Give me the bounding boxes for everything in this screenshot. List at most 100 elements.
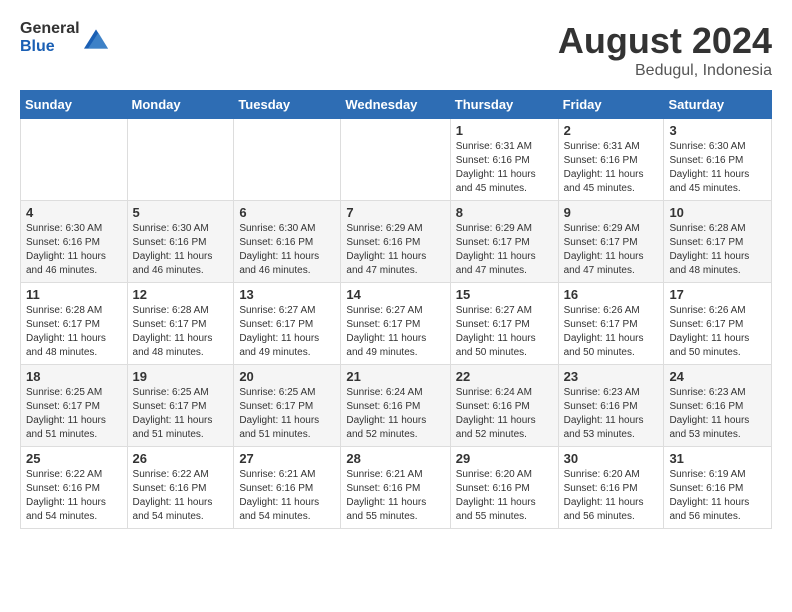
day-info: Sunrise: 6:30 AM Sunset: 6:16 PM Dayligh… <box>26 222 122 278</box>
table-row: 18 Sunrise: 6:25 AM Sunset: 6:17 PM Dayli… <box>21 365 128 447</box>
calendar-table: Sunday Monday Tuesday Wednesday Thursday… <box>20 90 772 529</box>
calendar-week-row: 1 Sunrise: 6:31 AM Sunset: 6:16 PM Daylig… <box>21 119 772 201</box>
day-number: 27 <box>239 451 335 466</box>
day-info: Sunrise: 6:20 AM Sunset: 6:16 PM Dayligh… <box>456 468 553 524</box>
day-number: 16 <box>564 287 659 302</box>
day-number: 23 <box>564 369 659 384</box>
day-number: 5 <box>133 205 229 220</box>
table-row: 17 Sunrise: 6:26 AM Sunset: 6:17 PM Dayli… <box>664 283 772 365</box>
table-row: 15Sunrise: 6:27 AM Sunset: 6:17 PM Dayli… <box>450 283 558 365</box>
table-row: 31Sunrise: 6:19 AM Sunset: 6:16 PM Dayli… <box>664 447 772 529</box>
table-row: 1Sunrise: 6:31 AM Sunset: 6:16 PM Daylig… <box>450 119 558 201</box>
table-row: 19 Sunrise: 6:25 AM Sunset: 6:17 PM Dayli… <box>127 365 234 447</box>
col-saturday: Saturday <box>664 91 772 119</box>
table-row: 13 Sunrise: 6:27 AM Sunset: 6:17 PM Dayli… <box>234 283 341 365</box>
col-thursday: Thursday <box>450 91 558 119</box>
day-info: Sunrise: 6:27 AM Sunset: 6:17 PM Dayligh… <box>239 304 335 360</box>
day-number: 21 <box>346 369 444 384</box>
day-info: Sunrise: 6:28 AM Sunset: 6:17 PM Dayligh… <box>26 304 122 360</box>
day-number: 12 <box>133 287 229 302</box>
day-number: 13 <box>239 287 335 302</box>
day-number: 11 <box>26 287 122 302</box>
table-row: 8 Sunrise: 6:29 AM Sunset: 6:17 PM Daylig… <box>450 201 558 283</box>
day-info: Sunrise: 6:28 AM Sunset: 6:17 PM Dayligh… <box>133 304 229 360</box>
table-row: 6Sunrise: 6:30 AM Sunset: 6:16 PM Daylig… <box>234 201 341 283</box>
logo-blue-text: Blue <box>20 38 80 56</box>
table-row: 25 Sunrise: 6:22 AM Sunset: 6:16 PM Dayli… <box>21 447 128 529</box>
day-number: 7 <box>346 205 444 220</box>
day-info: Sunrise: 6:31 AM Sunset: 6:16 PM Dayligh… <box>564 140 659 196</box>
day-number: 2 <box>564 123 659 138</box>
day-info: Sunrise: 6:30 AM Sunset: 6:16 PM Dayligh… <box>239 222 335 278</box>
calendar-week-row: 4 Sunrise: 6:30 AM Sunset: 6:16 PM Daylig… <box>21 201 772 283</box>
day-info: Sunrise: 6:21 AM Sunset: 6:16 PM Dayligh… <box>239 468 335 524</box>
day-number: 14 <box>346 287 444 302</box>
logo-general-text: General <box>20 20 80 38</box>
day-info: Sunrise: 6:26 AM Sunset: 6:17 PM Dayligh… <box>564 304 659 360</box>
table-row: 14 Sunrise: 6:27 AM Sunset: 6:17 PM Dayli… <box>341 283 450 365</box>
day-info: Sunrise: 6:29 AM Sunset: 6:17 PM Dayligh… <box>456 222 553 278</box>
day-number: 20 <box>239 369 335 384</box>
day-info: Sunrise: 6:26 AM Sunset: 6:17 PM Dayligh… <box>669 304 766 360</box>
logo-icon <box>84 29 108 49</box>
day-info: Sunrise: 6:24 AM Sunset: 6:16 PM Dayligh… <box>346 386 444 442</box>
table-row: 21 Sunrise: 6:24 AM Sunset: 6:16 PM Dayli… <box>341 365 450 447</box>
day-number: 18 <box>26 369 122 384</box>
table-row: 29 Sunrise: 6:20 AM Sunset: 6:16 PM Dayli… <box>450 447 558 529</box>
table-row: 24 Sunrise: 6:23 AM Sunset: 6:16 PM Dayli… <box>664 365 772 447</box>
table-row: 28Sunrise: 6:21 AM Sunset: 6:16 PM Dayli… <box>341 447 450 529</box>
day-info: Sunrise: 6:20 AM Sunset: 6:16 PM Dayligh… <box>564 468 659 524</box>
day-info: Sunrise: 6:23 AM Sunset: 6:16 PM Dayligh… <box>669 386 766 442</box>
day-info: Sunrise: 6:27 AM Sunset: 6:17 PM Dayligh… <box>346 304 444 360</box>
day-number: 17 <box>669 287 766 302</box>
table-row: 7 Sunrise: 6:29 AM Sunset: 6:16 PM Daylig… <box>341 201 450 283</box>
day-number: 8 <box>456 205 553 220</box>
table-row: 23 Sunrise: 6:23 AM Sunset: 6:16 PM Dayli… <box>558 365 664 447</box>
day-info: Sunrise: 6:29 AM Sunset: 6:17 PM Dayligh… <box>564 222 659 278</box>
day-info: Sunrise: 6:22 AM Sunset: 6:16 PM Dayligh… <box>26 468 122 524</box>
table-row: 20 Sunrise: 6:25 AM Sunset: 6:17 PM Dayli… <box>234 365 341 447</box>
table-row <box>21 119 128 201</box>
table-row: 12 Sunrise: 6:28 AM Sunset: 6:17 PM Dayli… <box>127 283 234 365</box>
table-row: 9 Sunrise: 6:29 AM Sunset: 6:17 PM Daylig… <box>558 201 664 283</box>
day-number: 30 <box>564 451 659 466</box>
logo: General Blue <box>20 20 108 55</box>
day-number: 29 <box>456 451 553 466</box>
day-info: Sunrise: 6:28 AM Sunset: 6:17 PM Dayligh… <box>669 222 766 278</box>
table-row: 10Sunrise: 6:28 AM Sunset: 6:17 PM Dayli… <box>664 201 772 283</box>
table-row: 4 Sunrise: 6:30 AM Sunset: 6:16 PM Daylig… <box>21 201 128 283</box>
table-row: 26Sunrise: 6:22 AM Sunset: 6:16 PM Dayli… <box>127 447 234 529</box>
calendar-location: Bedugul, Indonesia <box>558 62 772 80</box>
day-info: Sunrise: 6:25 AM Sunset: 6:17 PM Dayligh… <box>26 386 122 442</box>
table-row: 16 Sunrise: 6:26 AM Sunset: 6:17 PM Dayli… <box>558 283 664 365</box>
logo-text: General Blue <box>20 20 80 55</box>
day-number: 25 <box>26 451 122 466</box>
day-number: 22 <box>456 369 553 384</box>
day-info: Sunrise: 6:24 AM Sunset: 6:16 PM Dayligh… <box>456 386 553 442</box>
day-info: Sunrise: 6:21 AM Sunset: 6:16 PM Dayligh… <box>346 468 444 524</box>
table-row: 2 Sunrise: 6:31 AM Sunset: 6:16 PM Daylig… <box>558 119 664 201</box>
table-row <box>127 119 234 201</box>
day-number: 31 <box>669 451 766 466</box>
table-row: 3Sunrise: 6:30 AM Sunset: 6:16 PM Daylig… <box>664 119 772 201</box>
day-info: Sunrise: 6:25 AM Sunset: 6:17 PM Dayligh… <box>239 386 335 442</box>
col-sunday: Sunday <box>21 91 128 119</box>
table-row <box>234 119 341 201</box>
table-row: 5Sunrise: 6:30 AM Sunset: 6:16 PM Daylig… <box>127 201 234 283</box>
day-info: Sunrise: 6:25 AM Sunset: 6:17 PM Dayligh… <box>133 386 229 442</box>
table-row: 22 Sunrise: 6:24 AM Sunset: 6:16 PM Dayli… <box>450 365 558 447</box>
day-number: 9 <box>564 205 659 220</box>
col-monday: Monday <box>127 91 234 119</box>
day-info: Sunrise: 6:23 AM Sunset: 6:16 PM Dayligh… <box>564 386 659 442</box>
day-number: 19 <box>133 369 229 384</box>
day-info: Sunrise: 6:29 AM Sunset: 6:16 PM Dayligh… <box>346 222 444 278</box>
title-block: August 2024 Bedugul, Indonesia <box>558 20 772 80</box>
table-row: 30 Sunrise: 6:20 AM Sunset: 6:16 PM Dayli… <box>558 447 664 529</box>
table-row <box>341 119 450 201</box>
table-row: 27 Sunrise: 6:21 AM Sunset: 6:16 PM Dayli… <box>234 447 341 529</box>
day-number: 24 <box>669 369 766 384</box>
day-number: 4 <box>26 205 122 220</box>
day-number: 1 <box>456 123 553 138</box>
calendar-header-row: Sunday Monday Tuesday Wednesday Thursday… <box>21 91 772 119</box>
calendar-week-row: 11 Sunrise: 6:28 AM Sunset: 6:17 PM Dayli… <box>21 283 772 365</box>
